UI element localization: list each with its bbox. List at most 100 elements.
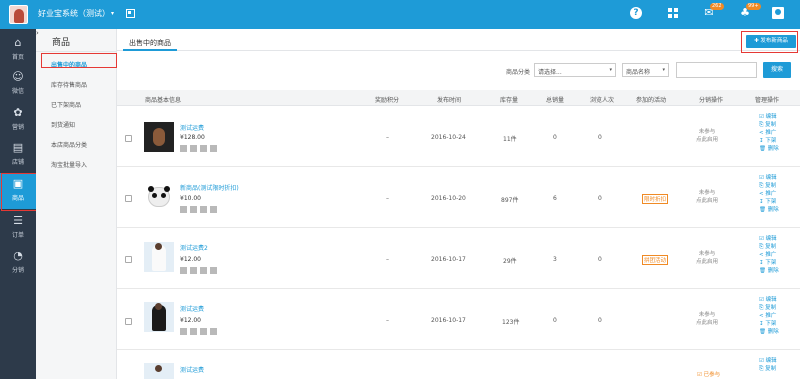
col-manage: 管理操作 xyxy=(755,97,780,104)
row-checkbox[interactable] xyxy=(125,318,132,325)
row-actions: ☑ 编辑 ⎘ 复制 < 推广 ↧ 下架 🗑 删除 xyxy=(759,235,779,275)
copy-link[interactable]: ⎘ 复制 xyxy=(759,182,779,190)
product-price: ¥128.00 xyxy=(180,134,205,141)
edit-link[interactable]: ☑ 编辑 xyxy=(759,296,779,304)
product-name[interactable]: 测试运费 xyxy=(180,304,204,313)
highlight-box-on-sale xyxy=(41,53,117,68)
unpublish-link[interactable]: ↧ 下架 xyxy=(759,259,779,267)
row-points: – xyxy=(386,134,389,141)
row-points: – xyxy=(386,195,389,202)
col-stock: 库存量 xyxy=(500,97,519,104)
qrcode-icon[interactable] xyxy=(126,9,135,18)
category-select-value: 请选择... xyxy=(538,69,562,76)
product-price: ¥12.00 xyxy=(180,256,201,263)
subnav-item-taobao-import[interactable]: 淘宝批量导入 xyxy=(51,160,87,169)
product-thumbnail[interactable] xyxy=(144,122,174,152)
promote-link[interactable]: < 推广 xyxy=(759,129,779,137)
unpublish-link[interactable]: ↧ 下架 xyxy=(759,137,779,145)
subnav-item-categories[interactable]: 本店商品分类 xyxy=(51,140,87,149)
category-label: 商品分类 xyxy=(506,69,531,76)
chevron-down-icon[interactable]: ▾ xyxy=(111,10,114,17)
mail-badge: 262 xyxy=(710,3,724,10)
row-checkbox[interactable] xyxy=(125,195,132,202)
top-bar: 好业宝系统（测试） ▾ ? ✉ 262 ♣ 99+ xyxy=(0,0,800,29)
product-thumbnail[interactable] xyxy=(144,363,174,379)
sidebar-item-store[interactable]: ▤ 店铺 xyxy=(0,137,36,173)
field-select[interactable]: 商品名称 ▾ xyxy=(622,63,669,77)
product-quick-ops[interactable] xyxy=(180,206,220,213)
product-name[interactable]: 测试运费 xyxy=(180,365,204,374)
subnav-item-off-shelf[interactable]: 已下架商品 xyxy=(51,100,81,109)
product-quick-ops[interactable] xyxy=(180,328,220,335)
edit-link[interactable]: ☑ 编辑 xyxy=(759,174,779,182)
subnav-title: 商品 xyxy=(52,38,71,48)
delete-link[interactable]: 🗑 删除 xyxy=(759,328,779,336)
delete-link[interactable]: 🗑 删除 xyxy=(759,206,779,214)
distribution-status[interactable]: 未参与 点此启用 xyxy=(696,128,718,144)
copy-link[interactable]: ⎘ 复制 xyxy=(759,365,777,373)
copy-link[interactable]: ⎘ 复制 xyxy=(759,304,779,312)
product-thumbnail[interactable] xyxy=(144,182,174,212)
subnav-item-arrival-notice[interactable]: 到货通知 xyxy=(51,120,75,129)
product-thumbnail[interactable] xyxy=(144,242,174,272)
divider xyxy=(36,51,117,52)
sub-nav: 商品 出售中的商品 库存待售商品 已下架商品 到货通知 本店商品分类 淘宝批量导… xyxy=(36,29,117,379)
bell-icon[interactable]: ♣ 99+ xyxy=(739,3,761,19)
edit-link[interactable]: ☑ 编辑 xyxy=(759,113,779,121)
sidebar-item-distribution[interactable]: ◔ 分销 xyxy=(0,245,36,281)
product-quick-ops[interactable] xyxy=(180,145,220,152)
store-logo[interactable] xyxy=(9,5,28,24)
promo-badge[interactable]: 拼团活动 xyxy=(642,255,669,265)
sidebar-item-label: 订单 xyxy=(11,232,24,239)
product-thumbnail[interactable] xyxy=(144,302,174,332)
promote-link[interactable]: < 推广 xyxy=(759,312,779,320)
store-icon: ▤ xyxy=(12,141,24,154)
row-date: 2016-10-17 xyxy=(431,256,466,263)
edit-link[interactable]: ☑ 编辑 xyxy=(759,357,777,365)
distribution-status[interactable]: 未参与 点此启用 xyxy=(696,250,718,266)
chevron-down-icon: ▾ xyxy=(609,67,612,73)
tab-bar: 出售中的商品 xyxy=(117,29,800,51)
row-actions: ☑ 编辑 ⎘ 复制 < 推广 ↧ 下架 🗑 删除 xyxy=(759,113,779,153)
tab-on-sale[interactable]: 出售中的商品 xyxy=(123,35,177,51)
product-quick-ops[interactable] xyxy=(180,267,220,274)
apps-icon[interactable] xyxy=(667,7,679,19)
col-date: 发布时间 xyxy=(437,97,462,104)
row-checkbox[interactable] xyxy=(125,256,132,263)
product-name[interactable]: 测试运费2 xyxy=(180,243,208,252)
help-icon[interactable]: ? xyxy=(630,7,642,19)
sidebar-item-label: 店铺 xyxy=(11,159,24,166)
unpublish-link[interactable]: ↧ 下架 xyxy=(759,198,779,206)
highlight-box-publish xyxy=(741,31,798,53)
mail-icon[interactable]: ✉ 262 xyxy=(703,3,724,19)
user-avatar-icon[interactable] xyxy=(772,7,784,19)
sidebar-item-home[interactable]: ⌂ 首页 xyxy=(0,32,36,68)
delete-link[interactable]: 🗑 删除 xyxy=(759,267,779,275)
search-input[interactable] xyxy=(676,62,757,78)
unpublish-link[interactable]: ↧ 下架 xyxy=(759,320,779,328)
edit-link[interactable]: ☑ 编辑 xyxy=(759,235,779,243)
promote-link[interactable]: < 推广 xyxy=(759,190,779,198)
distribution-status-line: 未参与 xyxy=(698,312,716,318)
promo-badge[interactable]: 限时折扣 xyxy=(642,194,669,204)
promote-link[interactable]: < 推广 xyxy=(759,251,779,259)
distribution-joined[interactable]: ☑ 已参与 xyxy=(697,371,720,379)
category-select[interactable]: 请选择... ▾ xyxy=(534,63,616,77)
row-checkbox[interactable] xyxy=(125,135,132,142)
sidebar-item-wechat[interactable]: ☺ 微信 xyxy=(0,66,36,102)
distribution-status[interactable]: 未参与 点此启用 xyxy=(696,311,718,327)
subnav-item-in-stock[interactable]: 库存待售商品 xyxy=(51,80,87,89)
copy-link[interactable]: ⎘ 复制 xyxy=(759,121,779,129)
col-views: 浏览人次 xyxy=(590,97,615,104)
copy-link[interactable]: ⎘ 复制 xyxy=(759,243,779,251)
app-title[interactable]: 好业宝系统（测试） xyxy=(38,8,110,19)
sidebar-item-marketing[interactable]: ✿ 营销 xyxy=(0,102,36,138)
sidebar-item-orders[interactable]: ☰ 订单 xyxy=(0,210,36,246)
product-name[interactable]: 新商品(测试限时折扣) xyxy=(180,183,239,192)
delete-link[interactable]: 🗑 删除 xyxy=(759,145,779,153)
search-button[interactable]: 搜索 xyxy=(763,62,791,78)
distribution-status[interactable]: 未参与 点此启用 xyxy=(696,189,718,205)
row-points: – xyxy=(386,317,389,324)
product-name[interactable]: 测试运费 xyxy=(180,123,204,132)
wechat-icon: ☺ xyxy=(12,70,24,83)
